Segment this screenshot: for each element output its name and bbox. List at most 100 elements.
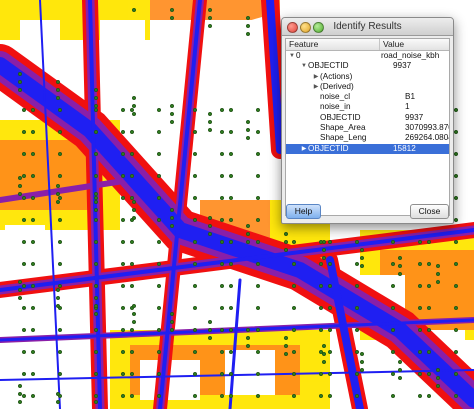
tree-marker [228,173,234,179]
tree-marker [219,371,225,377]
feature-label: OBJECTID [308,143,349,153]
tree-marker [354,283,360,289]
tree-marker [21,195,27,201]
identify-results-window[interactable]: Identify Results Feature Value ▼ 0 road_no… [281,17,454,224]
tree-marker [255,239,261,245]
tree-marker [93,239,99,245]
tree-marker [219,107,225,113]
tree-marker [417,371,423,377]
feature-cell: noise_in [286,102,405,112]
tree-marker [129,283,135,289]
tree-marker [57,327,63,333]
tree-marker [93,327,99,333]
value-column-header[interactable]: Value [380,39,449,50]
tree-marker [21,305,27,311]
tree-marker [129,195,135,201]
feature-label: Shape_Area [320,123,366,133]
tree-row[interactable]: ▶ (Derived) [286,82,449,92]
tree-marker [255,151,261,157]
tree-marker [426,349,432,355]
tree-marker [245,31,251,37]
tree-marker [93,95,99,101]
tree-marker [390,239,396,245]
tree-marker [57,349,63,355]
results-tree[interactable]: Feature Value ▼ 0 road_noise_kbh ▼ OBJECTID 9… [285,38,450,216]
tree-marker [129,261,135,267]
tree-marker [131,207,137,213]
help-button[interactable]: Help [286,204,321,219]
tree-marker [192,283,198,289]
tree-marker [93,151,99,157]
tree-marker [156,129,162,135]
tree-marker [327,239,333,245]
tree-marker [228,261,234,267]
tree-marker [129,173,135,179]
tree-marker [219,393,225,399]
tree-marker [57,371,63,377]
disclosure-collapsed-icon[interactable]: ▶ [300,144,308,154]
tree-marker [219,151,225,157]
tree-marker [321,247,327,253]
tree-marker [129,349,135,355]
value-cell [405,82,449,92]
tree-row[interactable]: ▶ OBJECTID 15812 [286,143,449,154]
tree-marker [291,349,297,355]
tree-row[interactable]: Shape_Area 3070993.87014 [286,123,449,133]
tree-row[interactable]: noise_in 1 [286,102,449,112]
tree-marker [228,349,234,355]
tree-marker [21,239,27,245]
tree-marker [169,207,175,213]
disclosure-collapsed-icon[interactable]: ▶ [312,82,320,92]
tree-row[interactable]: ▼ 0 road_noise_kbh [286,51,449,61]
tree-marker [321,351,327,357]
tree-marker [156,261,162,267]
tree-marker [245,127,251,133]
tree-row[interactable]: ▼ OBJECTID 9937 [286,61,449,71]
tree-marker [93,303,99,309]
tree-marker [192,195,198,201]
tree-marker [219,261,225,267]
tree-marker [30,305,36,311]
value-cell: road_noise_kbh [381,51,440,60]
disclosure-expanded-icon[interactable]: ▼ [288,51,296,61]
close-button[interactable]: Close [410,204,449,219]
feature-column-header[interactable]: Feature [286,39,380,50]
tree-marker [21,283,27,289]
tree-marker [192,327,198,333]
tree-row[interactable]: Shape_Leng 269264.080459 [286,133,449,143]
feature-cell: ▼ OBJECTID [286,61,393,71]
tree-marker [417,305,423,311]
tree-row[interactable]: ▶ (Actions) [286,72,449,82]
tree-marker [255,393,261,399]
tree-marker [156,349,162,355]
tree-marker [120,151,126,157]
tree-marker [55,295,61,301]
tree-marker [318,393,324,399]
tree-marker [131,215,137,221]
tree-row[interactable]: noise_cl B1 [286,92,449,102]
tree-marker [435,375,441,381]
tree-marker [17,279,23,285]
tree-marker [30,261,36,267]
tree-marker [219,349,225,355]
tree-marker [156,371,162,377]
tree-marker [30,371,36,377]
tree-marker [354,349,360,355]
tree-marker [359,247,365,253]
tree-marker [57,283,63,289]
tree-row[interactable]: OBJECTID 9937 [286,113,449,123]
disclosure-collapsed-icon[interactable]: ▶ [312,72,320,82]
tree-marker [417,393,423,399]
disclosure-expanded-icon[interactable]: ▼ [300,61,308,71]
tree-marker [291,239,297,245]
tree-marker [426,283,432,289]
tree-marker [207,231,213,237]
tree-marker [255,283,261,289]
tree-marker [245,335,251,341]
tree-marker [17,183,23,189]
value-cell [405,72,449,82]
tree-marker [327,327,333,333]
window-titlebar[interactable]: Identify Results [282,18,453,36]
tree-marker [93,129,99,135]
tree-marker [120,283,126,289]
